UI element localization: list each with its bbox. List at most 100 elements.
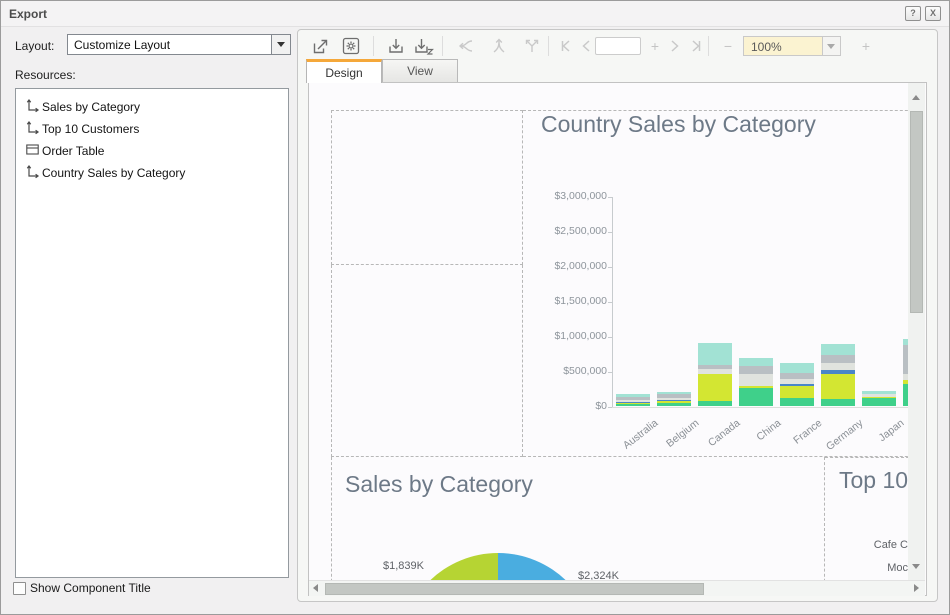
resources-listbox: Sales by Category Top 10 Customers Order T… [15,88,289,578]
zoom-in-button: + [854,34,878,58]
toolbar-separator [548,36,549,56]
bar-segment [657,398,691,400]
bar-segment [616,397,650,400]
dialog-title: Export [9,7,47,21]
bar-segment [821,399,855,406]
layout-label: Layout: [15,39,54,53]
layout-dropdown[interactable]: Customize Layout [67,34,291,55]
bar-segment [657,394,691,398]
export-preview-panel: + − 100% + Design View [297,29,938,602]
branch-y-icon [522,36,542,56]
top10-category-label: Moc [849,562,908,574]
export-button[interactable] [309,34,333,58]
y-axis-tick-label: $1,000,000 [519,330,607,342]
bar-segment [739,358,773,366]
bar-segment [821,374,855,399]
bar-segment [739,374,773,386]
vertical-scrollbar-thumb[interactable] [910,111,923,313]
last-page-button [683,34,707,58]
preview-content: Country Sales by Category $3,000,000$2,5… [308,82,927,596]
title-bar: Export ? X [1,1,949,27]
help-button[interactable]: ? [905,6,921,21]
bar-segment [739,386,773,388]
bar-segment [657,401,691,403]
y-axis-tick-label: $0 [519,400,607,412]
bar-segment [862,398,896,406]
resource-item[interactable]: Top 10 Customers [16,118,288,140]
bar-segment [616,404,650,406]
bar-segment [780,363,814,373]
pie-slice-label: $1,839K [383,560,424,572]
bar-segment [657,392,691,394]
tab-view[interactable]: View [382,59,458,83]
y-axis-tick-label: $3,000,000 [519,190,607,202]
bar-segment [657,403,691,406]
layout-dropdown-arrow[interactable] [271,35,290,54]
zoom-dropdown-arrow[interactable] [822,37,840,55]
merge-up-icon [489,36,509,56]
download-button[interactable] [384,34,408,58]
toolbar-separator [373,36,374,56]
resource-item-label: Order Table [42,144,104,158]
resource-item[interactable]: Country Sales by Category [16,162,288,184]
page-number-input[interactable] [595,37,641,55]
bar-segment [739,388,773,406]
chart-axis-icon [25,164,42,182]
settings-button[interactable] [339,34,363,58]
vertical-scrollbar[interactable] [908,83,925,580]
y-axis-tick-label: $2,000,000 [519,260,607,272]
export-icon [311,36,331,56]
bar-segment [698,401,732,406]
toolbar-separator [442,36,443,56]
scroll-left-icon[interactable] [313,584,318,592]
zoom-dropdown[interactable]: 100% [743,36,841,56]
close-button[interactable]: X [925,6,941,21]
bar-segment [698,343,732,365]
scroll-up-icon[interactable] [912,95,920,100]
toolbar-separator [708,36,709,56]
merge-up-button [487,34,511,58]
layout-cell-empty-top[interactable] [331,110,523,265]
bar-segment [780,379,814,384]
top10-category-label: Cafe C [829,539,908,551]
bar-segment [821,344,855,355]
zoom-out-button: − [716,34,740,58]
bar-segment [616,402,650,403]
chevron-down-icon [277,42,285,47]
scroll-right-icon[interactable] [914,584,919,592]
layout-dropdown-value: Customize Layout [74,38,170,52]
bar-segment [780,386,814,398]
bar-segment [780,384,814,386]
bar-segment [698,365,732,369]
y-axis-line [612,197,613,408]
table-icon [25,142,42,160]
top10-chart-title: Top 10 [839,467,908,494]
horizontal-scrollbar[interactable] [309,580,925,596]
bar-segment [780,373,814,379]
tab-design[interactable]: Design [306,59,382,83]
chevron-down-icon [827,44,835,49]
export-dialog: Export ? X Layout: Customize Layout Reso… [0,0,950,615]
resources-label: Resources: [15,68,76,82]
chart-axis-icon [25,120,42,138]
resource-item[interactable]: Sales by Category [16,96,288,118]
download-all-button[interactable] [412,34,436,58]
split-left-button [454,34,478,58]
horizontal-scrollbar-thumb[interactable] [325,583,704,595]
y-axis-tick-label: $2,500,000 [519,225,607,237]
show-component-title-checkbox[interactable] [13,582,26,595]
resource-item[interactable]: Order Table [16,140,288,162]
resource-item-label: Sales by Category [42,100,140,114]
scroll-down-icon[interactable] [912,564,920,569]
bar-segment [739,366,773,374]
bar-segment [821,370,855,374]
layout-cell-empty-bottom[interactable] [331,265,523,457]
bar-segment [862,391,896,394]
next-page-icon [665,37,683,55]
branch-y-button [520,34,544,58]
download-icon [386,36,406,56]
gear-icon [341,36,361,56]
prev-page-icon [578,37,596,55]
bar-segment [698,374,732,401]
bar-segment [821,363,855,370]
